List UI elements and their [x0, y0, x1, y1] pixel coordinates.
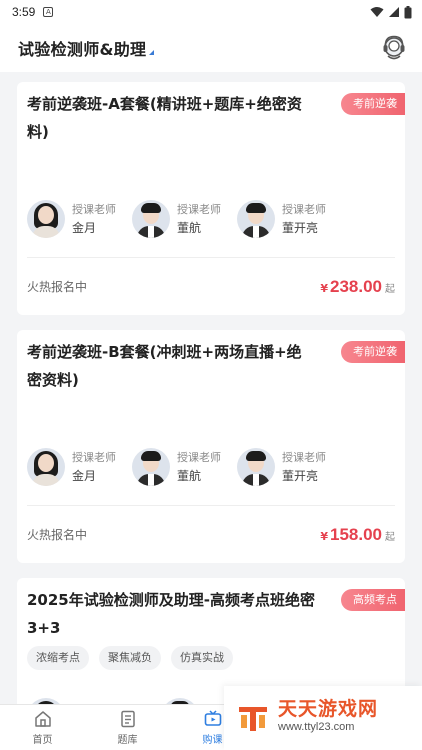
teacher-list: 授课老师 金月 授课老师 董航 授课老师 董开亮 [27, 200, 330, 238]
price: ¥ 158.00 起 [320, 525, 395, 545]
wifi-icon [370, 7, 384, 17]
teacher-role: 授课老师 [282, 451, 326, 464]
nav-label: 首页 [32, 735, 53, 746]
teacher-avatar [132, 200, 170, 238]
home-icon [34, 711, 51, 727]
teacher-avatar [237, 200, 275, 238]
course-card[interactable]: 考前逆袭班-B套餐(冲刺班+两场直播+绝密资料) 考前逆袭 授课老师 金月 授课… [17, 330, 405, 563]
course-badge: 考前逆袭 [341, 341, 405, 363]
course-card[interactable]: 考前逆袭班-A套餐(精讲班+题库+绝密资料) 考前逆袭 授课老师 金月 授课老师… [17, 82, 405, 315]
nav-item-question-bank[interactable]: 题库 [85, 705, 170, 750]
teacher-name: 董航 [177, 221, 202, 235]
enrollment-status: 火热报名中 [27, 528, 88, 542]
price-suffix: 起 [385, 283, 395, 295]
battery-icon [404, 5, 412, 18]
dropdown-caret-icon[interactable] [149, 49, 155, 55]
teacher-avatar [237, 448, 275, 486]
course-tags: 浓缩考点 聚焦减负 仿真实战 [27, 646, 395, 670]
teacher-item: 授课老师 金月 [27, 448, 120, 486]
watermark-name: 天天游戏网 [278, 698, 379, 720]
teacher-item: 授课老师 董开亮 [237, 448, 330, 486]
price: ¥ 238.00 起 [320, 277, 395, 297]
course-footer: 火热报名中 ¥ 238.00 起 [27, 257, 395, 315]
teacher-item: 授课老师 董航 [132, 200, 225, 238]
teacher-name: 金月 [72, 221, 97, 235]
tv-icon [204, 710, 221, 726]
course-tag: 聚焦减负 [99, 646, 161, 670]
notification-icon: A [43, 7, 54, 17]
course-tag: 浓缩考点 [27, 646, 89, 670]
price-value: 158.00 [330, 524, 382, 544]
price-currency: ¥ [320, 281, 328, 295]
teacher-role: 授课老师 [177, 203, 221, 216]
price-suffix: 起 [385, 531, 395, 543]
teacher-role: 授课老师 [72, 451, 116, 464]
customer-service-button[interactable] [380, 34, 408, 62]
teacher-name: 董开亮 [282, 469, 319, 483]
app-header: 试验检测师&助理 [0, 24, 422, 72]
teacher-item: 授课老师 金月 [27, 200, 120, 238]
teacher-item: 授课老师 董航 [132, 448, 225, 486]
watermark-url: www.ttyl23.com [278, 721, 355, 733]
price-value: 238.00 [330, 276, 382, 296]
question-bank-icon [120, 710, 135, 728]
site-watermark: 天天游戏网 www.ttyl23.com [224, 686, 422, 750]
course-title: 考前逆袭班-A套餐(精讲班+题库+绝密资料) [27, 95, 302, 141]
teacher-role: 授课老师 [177, 451, 221, 464]
course-badge: 考前逆袭 [341, 93, 405, 115]
course-title: 考前逆袭班-B套餐(冲刺班+两场直播+绝密资料) [27, 343, 302, 389]
teacher-role: 授课老师 [72, 203, 116, 216]
course-title: 2025年试验检测师及助理-高频考点班绝密3+3 [27, 591, 315, 637]
teacher-name: 董开亮 [282, 221, 319, 235]
exam-category-selector[interactable]: 试验检测师&助理 [18, 36, 146, 60]
price-currency: ¥ [320, 529, 328, 543]
teacher-name: 董航 [177, 469, 202, 483]
enrollment-status: 火热报名中 [27, 280, 88, 294]
nav-item-home[interactable]: 首页 [0, 705, 85, 750]
teacher-avatar [27, 200, 65, 238]
headset-icon [383, 35, 405, 60]
teacher-avatar [132, 448, 170, 486]
status-bar: 3:59 A [0, 0, 422, 24]
course-badge: 高频考点 [341, 589, 405, 611]
teacher-role: 授课老师 [282, 203, 326, 216]
signal-icon [389, 7, 399, 17]
status-time: 3:59 [12, 5, 36, 19]
teacher-avatar [27, 448, 65, 486]
watermark-logo [239, 707, 267, 731]
course-footer: 火热报名中 ¥ 158.00 起 [27, 505, 395, 563]
nav-label: 题库 [117, 735, 138, 746]
nav-label: 购课 [202, 735, 223, 746]
teacher-name: 金月 [72, 469, 97, 483]
teacher-item: 授课老师 董开亮 [237, 200, 330, 238]
course-tag: 仿真实战 [171, 646, 233, 670]
teacher-list: 授课老师 金月 授课老师 董航 授课老师 董开亮 [27, 448, 330, 486]
course-list[interactable]: 考前逆袭班-A套餐(精讲班+题库+绝密资料) 考前逆袭 授课老师 金月 授课老师… [0, 72, 422, 704]
